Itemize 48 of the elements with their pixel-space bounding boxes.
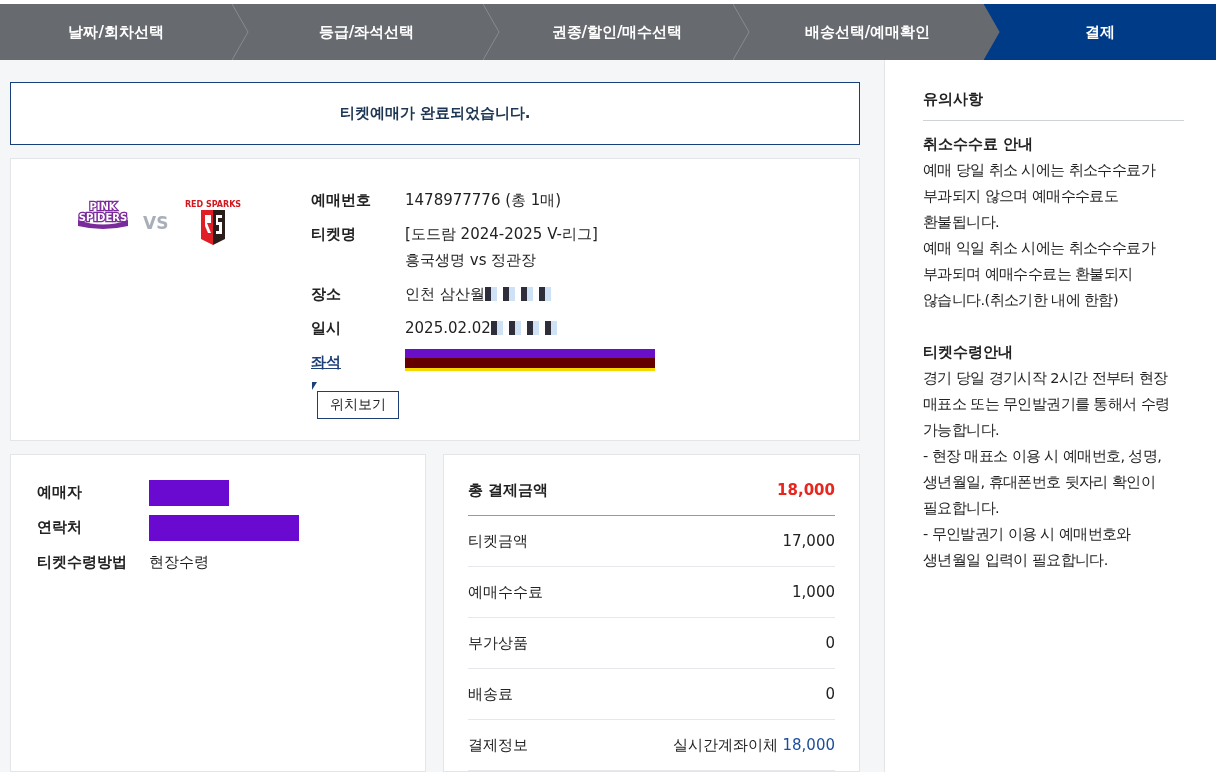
step-tab[interactable]: 날짜/회차선택 [0,4,233,60]
field-label: 예매자 [37,483,83,502]
notes-title: 유의사항 [923,86,1184,121]
field-value: [도드람 2024-2025 V-리그] [405,224,598,246]
payment-amount: 18,000 [782,735,835,754]
payment-amount: 18,000 [777,481,835,499]
field-label: 티켓명 [311,224,357,246]
payment-label: 부가상품 [468,633,528,653]
field-value: 1478977776 (총 1매) [405,190,562,212]
step-divider-icon [482,4,501,60]
step-tab[interactable]: 권종/할인/매수선택 [500,4,734,60]
pointer-icon [312,382,317,391]
payment-label: 예매수수료 [468,582,543,602]
field-label: 예매번호 [311,190,372,212]
notes-paragraph: 경기 당일 경기시작 2시간 전부터 현장 매표소 또는 무인발권기를 통해서 수령 가능합니다. [923,369,1171,440]
field-label: 일시 [311,318,342,340]
notes-heading: 티켓수령안내 [923,342,1014,363]
field-value: 현장수령 [149,553,209,572]
field-value: 2025.02.02 [405,318,491,340]
seat-link[interactable]: 좌석 [311,349,405,376]
field-value: 흥국생명 vs 정관장 [405,250,537,272]
payment-amount: 1,000 [792,583,835,601]
notes-paragraph: 예매 익일 취소 시에는 취소수수료가 부과되며 예매수수료는 환불되지 않습니다.(취소기한 내에 한함) [923,239,1157,310]
step-divider-icon [733,4,752,60]
step-tab[interactable]: 등급/좌석선택 [250,4,483,60]
payment-amount: 0 [825,634,835,652]
team-logo: PINK SPIDERS [77,199,129,230]
payment-label: 결제정보 [468,735,528,755]
field-label: 티켓수령방법 [37,553,128,572]
notes-heading: 취소수수료 안내 [923,134,1035,155]
field-label: 연락처 [37,518,83,537]
payment-label: 총 결제금액 [468,480,549,500]
payment-amount: 17,000 [782,532,835,550]
step-tab[interactable]: 결제 [983,4,1216,60]
versus-label: VS [143,213,169,234]
field-value: 인천 삼산월 [405,284,485,306]
notes-paragraph: - 무인발권기 이용 시 예매번호와 생년월일 입력이 필요합니다. [923,525,1132,570]
payment-amount: 0 [825,685,835,703]
notes-paragraph: 예매 당일 취소 시에는 취소수수료가 부과되지 않으며 예매수수료도 환불됩니다. [923,161,1157,232]
notes-paragraph: - 현장 매표소 이용 시 예매번호, 성명, 생년월일, 휴대폰번호 뒷자리 확인이 필요합니다. [923,447,1163,518]
step-divider-icon [232,4,251,60]
step-tab[interactable]: 배송선택/예매확인 [751,4,984,60]
payment-label: 배송료 [468,684,513,704]
payment-label: 티켓금액 [468,531,528,551]
payment-method: 실시간계좌이체 [672,735,779,754]
field-label: 장소 [311,284,342,306]
completion-notice: 티켓예매가 완료되었습니다. [10,82,860,146]
team-logo: RED SPARKS [182,199,245,248]
